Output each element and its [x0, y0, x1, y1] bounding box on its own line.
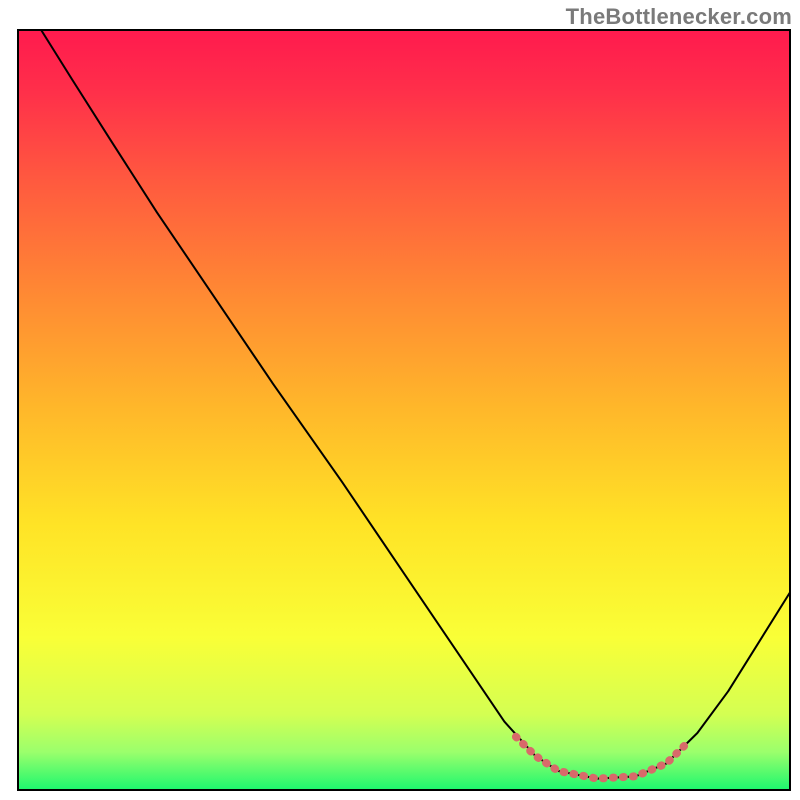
chart-container: TheBottlenecker.com: [0, 0, 800, 800]
attribution-label: TheBottlenecker.com: [566, 4, 792, 30]
plot-background: [18, 30, 790, 790]
bottleneck-chart: [0, 0, 800, 800]
